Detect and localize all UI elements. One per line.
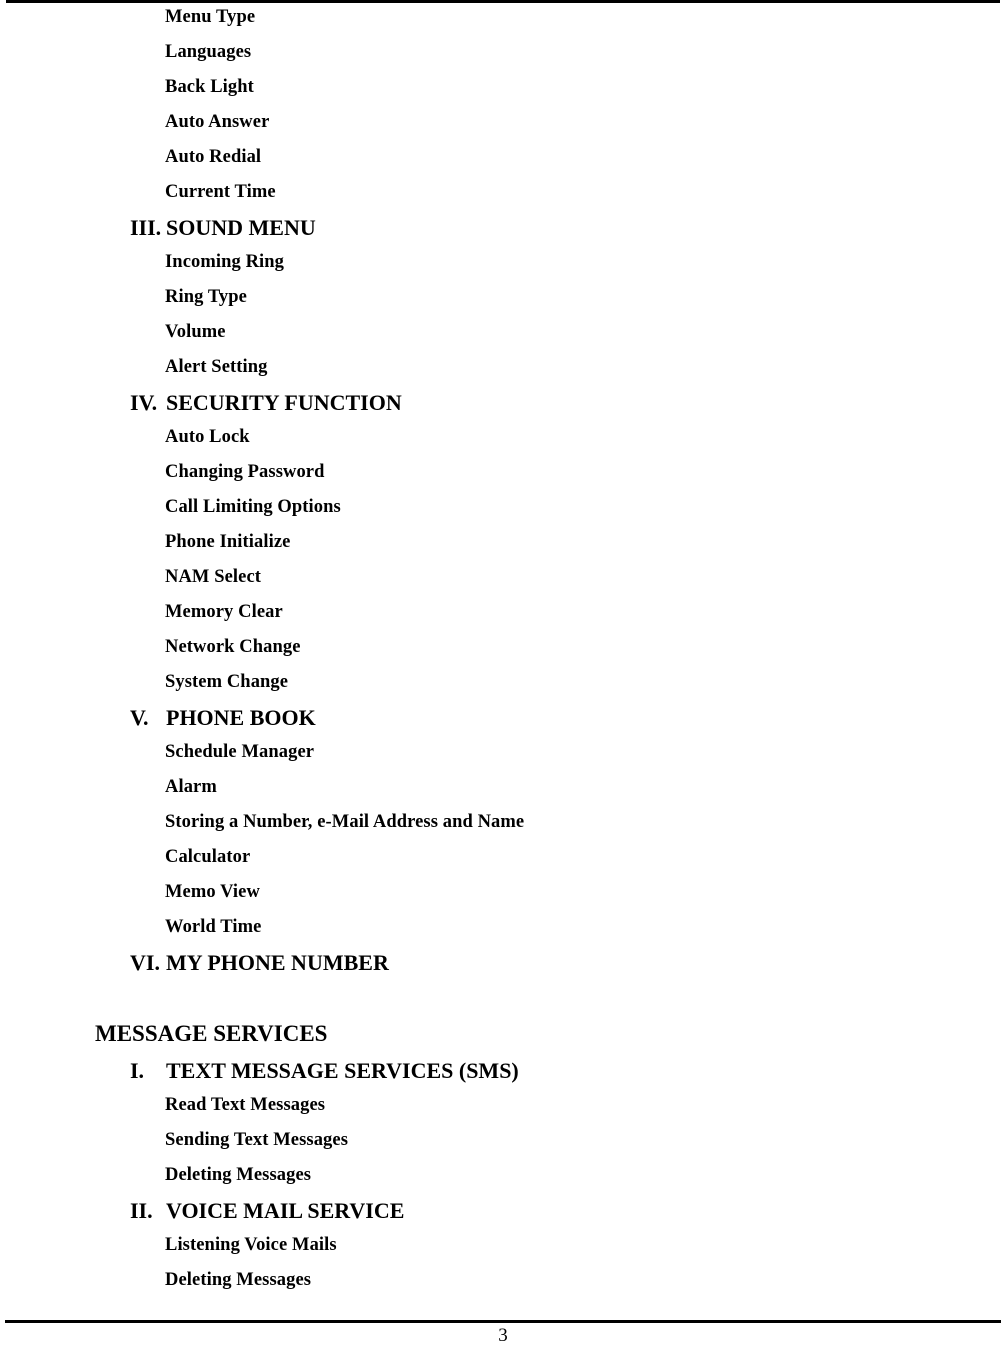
toc-entry: Back Light — [165, 77, 254, 97]
toc-entry: Auto Redial — [165, 147, 262, 167]
toc-entry: Languages — [165, 42, 252, 62]
toc-entry: Memory Clear — [165, 602, 283, 622]
toc-entry: Alarm — [165, 777, 217, 797]
toc-section-numeral: VI. — [130, 950, 160, 975]
toc-entry: Deleting Messages — [165, 1270, 312, 1290]
toc-section-title: SECURITY FUNCTION — [166, 390, 402, 415]
toc-part-heading: MESSAGE SERVICES — [95, 1021, 328, 1046]
toc-entry: NAM Select — [165, 567, 262, 587]
toc-entry: Auto Answer — [165, 112, 270, 132]
toc-entry: Network Change — [165, 637, 301, 657]
toc-entry: Volume — [165, 322, 226, 342]
toc-entry: Changing Password — [165, 462, 325, 482]
toc-section-heading: III. SOUND MENU — [0, 210, 1006, 245]
toc-section-heading: VI. MY PHONE NUMBER — [0, 945, 1006, 980]
toc-section-title: PHONE BOOK — [166, 705, 316, 730]
toc-section-numeral: II. — [130, 1198, 153, 1223]
toc-entry: Menu Type — [165, 7, 256, 27]
toc-section-heading: I. TEXT MESSAGE SERVICES (SMS) — [0, 1053, 1006, 1088]
toc-section-numeral: IV. — [130, 390, 158, 415]
toc-section-title: MY PHONE NUMBER — [166, 950, 389, 975]
toc-section-title: TEXT MESSAGE SERVICES (SMS) — [166, 1058, 519, 1083]
toc-section-title: VOICE MAIL SERVICE — [166, 1198, 405, 1223]
toc-entry: Listening Voice Mails — [165, 1235, 337, 1255]
toc-section-numeral: III. — [130, 215, 162, 240]
toc-section-heading: V. PHONE BOOK — [0, 700, 1006, 735]
toc-entry: Deleting Messages — [165, 1165, 312, 1185]
table-of-contents: Menu Type Languages Back Light Auto Answer A… — [0, 0, 1006, 1298]
toc-section-heading: II. VOICE MAIL SERVICE — [0, 1193, 1006, 1228]
toc-entry: Incoming Ring — [165, 252, 285, 272]
toc-entry: Memo View — [165, 882, 260, 902]
toc-spacer — [0, 980, 1006, 1015]
toc-section-title: SOUND MENU — [166, 215, 316, 240]
toc-entry: Schedule Manager — [165, 742, 315, 762]
toc-entry: Calculator — [165, 847, 251, 867]
toc-entry: Call Limiting Options — [165, 497, 341, 517]
toc-entry: System Change — [165, 672, 289, 692]
toc-entry: Ring Type — [165, 287, 247, 307]
toc-entry: World Time — [165, 917, 262, 937]
page-number: 3 — [498, 1325, 508, 1346]
toc-entry: Phone Initialize — [165, 532, 291, 552]
toc-entry: Auto Lock — [165, 427, 250, 447]
toc-entry: Read Text Messages — [165, 1095, 326, 1115]
toc-entry: Sending Text Messages — [165, 1130, 349, 1150]
toc-entry: Current Time — [165, 182, 276, 202]
page-footer-rule — [5, 1320, 1001, 1323]
toc-entry: Alert Setting — [165, 357, 268, 377]
toc-section-heading: IV. SECURITY FUNCTION — [0, 385, 1006, 420]
toc-section-numeral: V. — [130, 705, 149, 730]
toc-section-numeral: I. — [130, 1058, 145, 1083]
toc-entry: Storing a Number, e-Mail Address and Nam… — [165, 812, 525, 832]
